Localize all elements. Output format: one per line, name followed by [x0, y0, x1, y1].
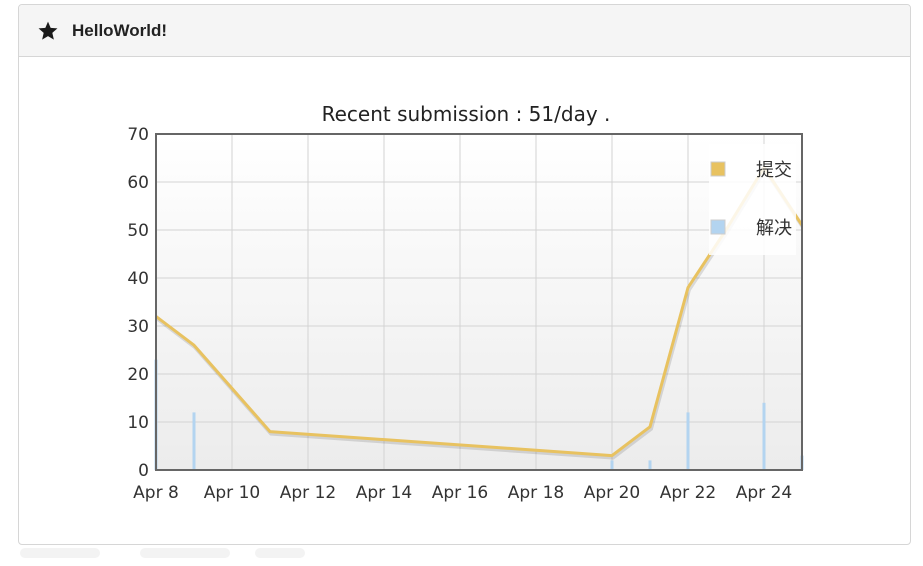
y-tick-label: 60 — [127, 173, 149, 193]
y-tick-label: 40 — [127, 269, 149, 289]
legend-label: 解决 — [756, 218, 792, 239]
footer-placeholder — [140, 548, 230, 558]
y-tick-label: 10 — [127, 413, 149, 433]
chart-title: Recent submission : 51/day . — [322, 102, 611, 126]
y-tick-label: 50 — [127, 221, 149, 241]
legend-swatch — [710, 219, 726, 235]
x-tick-label: Apr 16 — [432, 483, 488, 503]
x-tick-label: Apr 14 — [356, 483, 412, 503]
y-tick-label: 20 — [127, 365, 149, 385]
y-tick-label: 70 — [127, 125, 149, 145]
plot-background — [156, 134, 802, 470]
legend-swatch — [710, 161, 726, 177]
footer-placeholder — [255, 548, 305, 558]
x-tick-label: Apr 22 — [660, 483, 716, 503]
chart-container: Recent submission : 51/day . 0 10 20 30 40 50… — [0, 0, 923, 561]
bar-mark — [648, 460, 652, 470]
bar-mark — [686, 412, 690, 470]
x-tick-label: Apr 12 — [280, 483, 336, 503]
x-tick-label: Apr 10 — [204, 483, 260, 503]
x-tick-label: Apr 20 — [584, 483, 640, 503]
x-tick-label: Apr 18 — [508, 483, 564, 503]
y-tick-label: 0 — [138, 461, 149, 481]
submission-chart: Recent submission : 51/day . 0 10 20 30 40 50… — [127, 102, 804, 503]
x-tick-label: Apr 24 — [736, 483, 792, 503]
footer-placeholder — [20, 548, 100, 558]
bar-mark — [610, 460, 614, 470]
bar-mark — [762, 402, 766, 470]
legend-label: 提交 — [756, 160, 792, 181]
y-tick-label: 30 — [127, 317, 149, 337]
bar-mark — [192, 412, 196, 470]
x-tick-label: Apr 8 — [133, 483, 179, 503]
